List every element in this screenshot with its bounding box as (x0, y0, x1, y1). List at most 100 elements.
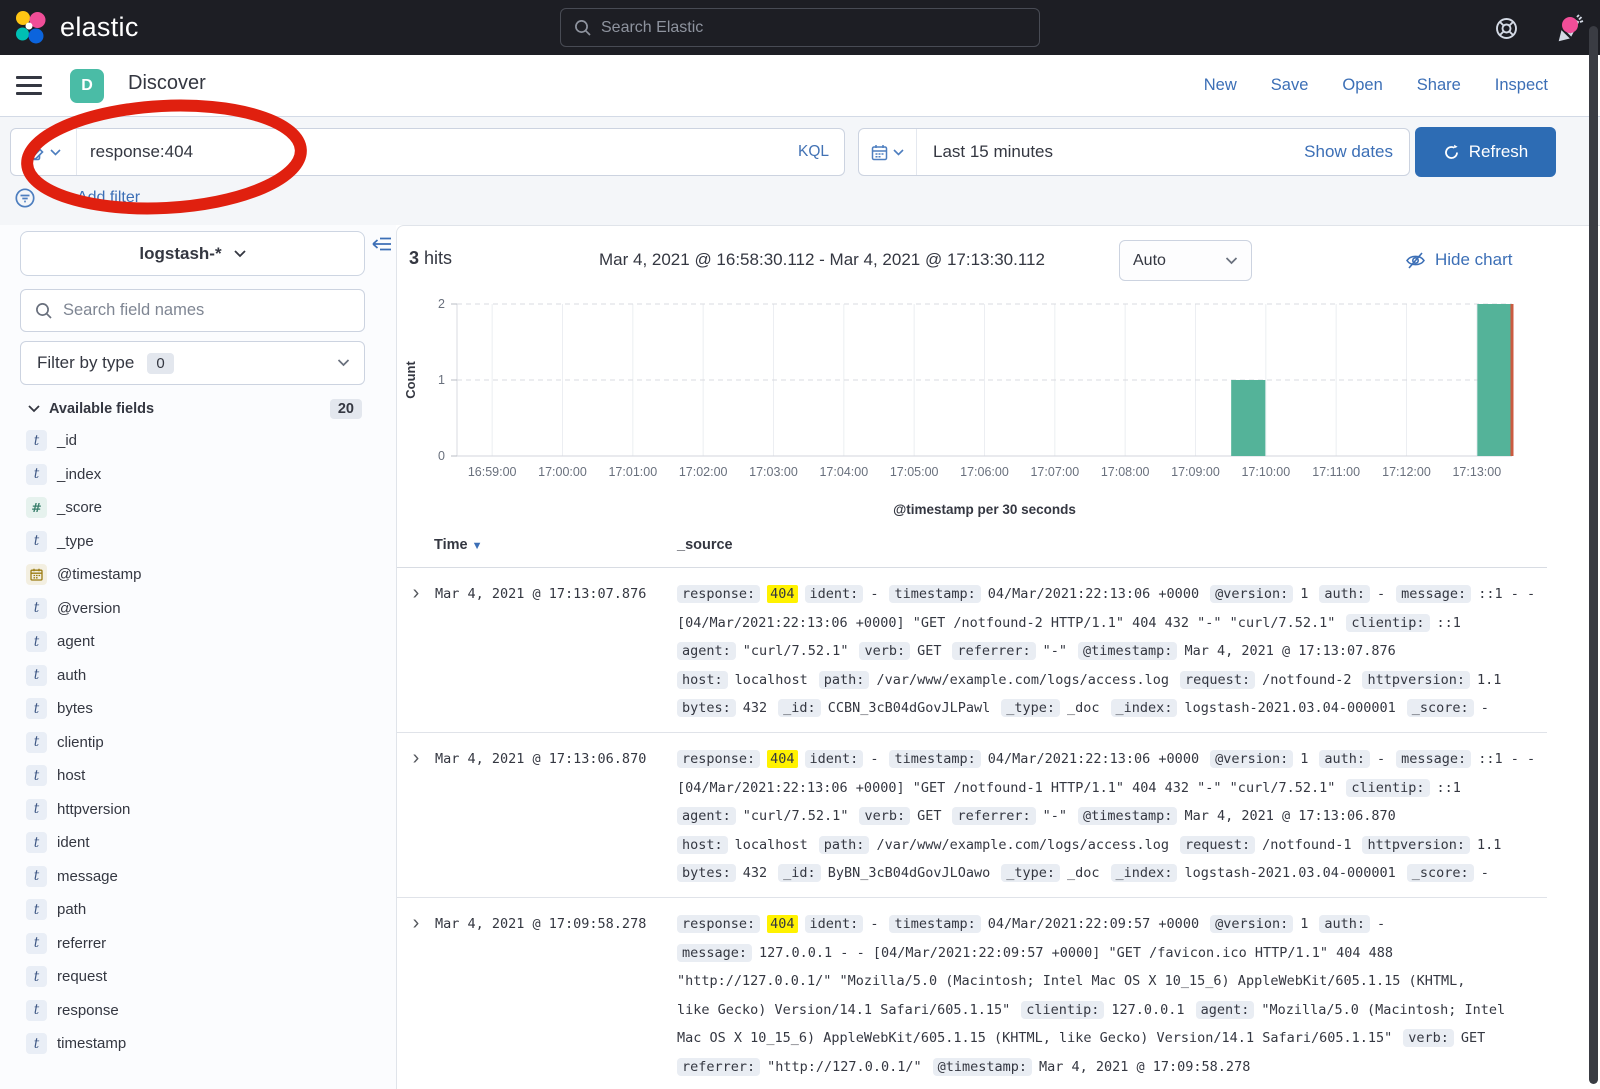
field-key-badge: agent: (1196, 1001, 1255, 1019)
field-value: /notfound-1 (1262, 837, 1351, 853)
field-search[interactable] (20, 289, 365, 332)
field-item-path[interactable]: tpath (0, 893, 396, 927)
menu-share[interactable]: Share (1417, 76, 1461, 95)
field-item-httpversion[interactable]: thttpversion (0, 793, 396, 827)
global-search-input[interactable] (601, 19, 1039, 37)
elastic-logo[interactable] (14, 9, 50, 47)
expand-row-button[interactable]: › (413, 580, 420, 723)
field-item-auth[interactable]: tauth (0, 659, 396, 693)
source-line: [04/Mar/2021:22:13:06 +0000] "GET /notfo… (677, 609, 1545, 638)
highlighted-value: 404 (767, 915, 797, 933)
doc-timestamp: Mar 4, 2021 @ 17:13:06.870 (435, 745, 677, 888)
field-value: GET (917, 643, 941, 659)
field-item-@timestamp[interactable]: @timestamp (0, 558, 396, 592)
field-key-badge: clientip: (1346, 779, 1429, 797)
field-name: @version (57, 600, 121, 617)
show-dates-button[interactable]: Show dates (1304, 142, 1393, 162)
add-filter-button[interactable]: + Add filter (64, 189, 140, 207)
eye-closed-icon (1405, 251, 1426, 270)
field-item-@version[interactable]: t@version (0, 592, 396, 626)
calendar-menu-button[interactable] (859, 129, 917, 175)
field-value: "http://127.0.0.1/" (767, 1059, 921, 1075)
source-line: response:404ident:-timestamp:04/Mar/2021… (677, 580, 1545, 609)
field-item-ident[interactable]: tident (0, 826, 396, 860)
field-item-message[interactable]: tmessage (0, 860, 396, 894)
field-value: /notfound-2 (1262, 672, 1351, 688)
column-source: _source (677, 537, 733, 553)
news-icon[interactable] (1556, 13, 1586, 43)
expand-row-button[interactable]: › (413, 910, 420, 1082)
field-key-badge: httpversion: (1362, 836, 1470, 854)
field-value: [04/Mar/2021:22:13:06 +0000] "GET /notfo… (677, 615, 1335, 631)
histogram-chart[interactable]: 16:59:0017:00:0017:01:0017:02:0017:03:00… (397, 291, 1600, 491)
histogram-bar[interactable] (1477, 304, 1511, 456)
menu-inspect[interactable]: Inspect (1495, 76, 1548, 95)
menu-icon[interactable] (16, 76, 42, 100)
field-item-referrer[interactable]: treferrer (0, 927, 396, 961)
field-item-_type[interactable]: t_type (0, 525, 396, 559)
interval-select[interactable]: Auto (1119, 240, 1252, 281)
string-field-icon: t (26, 933, 47, 954)
doc-timestamp: Mar 4, 2021 @ 17:09:58.278 (435, 910, 677, 1082)
field-value: - (1481, 700, 1489, 716)
field-item-_id[interactable]: t_id (0, 424, 396, 458)
field-item-timestamp[interactable]: ttimestamp (0, 1027, 396, 1061)
query-bar-strip: KQL Last 15 minutes Show dates Refresh (0, 117, 1600, 225)
expand-row-button[interactable]: › (413, 745, 420, 888)
refresh-button[interactable]: Refresh (1415, 127, 1556, 177)
field-item-_index[interactable]: t_index (0, 458, 396, 492)
field-name: clientip (57, 734, 104, 751)
field-value: - (1377, 751, 1385, 767)
field-item-response[interactable]: tresponse (0, 994, 396, 1028)
menu-open[interactable]: Open (1342, 76, 1382, 95)
field-item-clientip[interactable]: tclientip (0, 726, 396, 760)
field-key-badge: httpversion: (1362, 671, 1470, 689)
time-range-value[interactable]: Last 15 minutes (933, 142, 1304, 162)
field-value: - (1377, 916, 1385, 932)
kibana-discover-screen: elastic (0, 0, 1600, 1089)
hide-chart-button[interactable]: Hide chart (1405, 250, 1512, 270)
field-key-badge: auth: (1319, 915, 1370, 933)
field-item-_score[interactable]: #_score (0, 491, 396, 525)
field-value: "curl/7.52.1" (743, 808, 849, 824)
field-value: /var/www/example.com/logs/access.log (876, 837, 1169, 853)
app-header: D Discover NewSaveOpenShareInspect (0, 55, 1600, 117)
field-key-badge: @timestamp: (1078, 807, 1177, 825)
field-item-host[interactable]: thost (0, 759, 396, 793)
field-item-agent[interactable]: tagent (0, 625, 396, 659)
field-search-input[interactable] (63, 301, 364, 320)
string-field-icon: t (26, 464, 47, 485)
global-search[interactable] (560, 8, 1040, 47)
field-item-request[interactable]: trequest (0, 960, 396, 994)
query-language-button[interactable]: KQL (798, 143, 829, 161)
scrollbar[interactable] (1589, 26, 1598, 1084)
string-field-icon: t (26, 899, 47, 920)
query-input[interactable] (77, 142, 798, 162)
available-fields-header[interactable]: Available fields 20 (0, 399, 362, 419)
column-time[interactable]: Time ▼ (434, 537, 483, 553)
menu-save[interactable]: Save (1271, 76, 1309, 95)
field-key-badge: _id: (778, 864, 821, 882)
field-key-badge: _type: (1001, 864, 1060, 882)
field-key-badge: @timestamp: (933, 1058, 1032, 1076)
index-pattern-select[interactable]: logstash-* (20, 231, 365, 276)
field-name: bytes (57, 700, 93, 717)
field-value: 1.1 (1477, 672, 1501, 688)
field-key-badge: clientip: (1346, 614, 1429, 632)
help-icon[interactable] (1493, 15, 1520, 42)
field-value: [04/Mar/2021:22:13:06 +0000] "GET /notfo… (677, 780, 1335, 796)
histogram-bar[interactable] (1231, 380, 1265, 456)
doc-source: response:404ident:-timestamp:04/Mar/2021… (677, 745, 1545, 888)
field-key-badge: timestamp: (889, 750, 980, 768)
field-item-bytes[interactable]: tbytes (0, 692, 396, 726)
field-value: Mar 4, 2021 @ 17:13:07.876 (1184, 643, 1395, 659)
field-value: 1.1 (1477, 837, 1501, 853)
filter-by-type-select[interactable]: Filter by type 0 (20, 341, 365, 385)
saved-query-menu-button[interactable] (11, 129, 77, 175)
filter-icon[interactable] (14, 187, 36, 209)
svg-text:17:10:00: 17:10:00 (1241, 465, 1290, 479)
collapse-sidebar-icon[interactable] (372, 235, 392, 253)
menu-new[interactable]: New (1204, 76, 1237, 95)
string-field-icon: t (26, 866, 47, 887)
table-row: ›Mar 4, 2021 @ 17:09:58.278response:404i… (397, 898, 1547, 1089)
